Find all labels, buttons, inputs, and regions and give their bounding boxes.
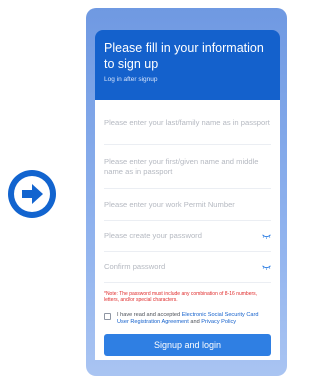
- last-name-placeholder: Please enter your last/family name as in…: [104, 118, 270, 127]
- first-name-input[interactable]: Please enter your first/given name and m…: [104, 145, 271, 189]
- next-arrow-inner: [14, 176, 50, 212]
- page-subtitle: Log in after signup: [104, 76, 158, 83]
- page-title: Please fill in your information to sign …: [104, 41, 264, 71]
- first-name-placeholder: Please enter your first/given name and m…: [104, 156, 259, 176]
- confirm-password-input[interactable]: Confirm password: [104, 252, 271, 283]
- next-arrow-icon[interactable]: [8, 170, 56, 218]
- signup-login-button[interactable]: Signup and login: [104, 333, 271, 356]
- agreement-prefix: I have read and accepted: [117, 311, 182, 318]
- agreement-middle: and: [188, 319, 202, 326]
- password-placeholder: Please create your password: [104, 231, 202, 240]
- agreement-row: I have read and accepted Electronic Soci…: [104, 312, 271, 327]
- last-name-input[interactable]: Please enter your last/family name as in…: [104, 100, 271, 145]
- password-note: *Note: The password must include any com…: [104, 291, 258, 304]
- confirm-password-placeholder: Confirm password: [104, 262, 166, 271]
- password-input[interactable]: Please create your password: [104, 221, 271, 252]
- agreement-text: I have read and accepted Electronic Soci…: [117, 312, 271, 327]
- signup-form: Please enter your last/family name as in…: [95, 100, 280, 360]
- eye-closed-icon[interactable]: [262, 233, 271, 239]
- signup-header: Please fill in your information to sign …: [95, 30, 280, 100]
- permit-number-placeholder: Please enter your work Permit Number: [104, 199, 235, 209]
- agreement-checkbox[interactable]: [104, 312, 111, 320]
- eye-closed-icon[interactable]: [262, 264, 271, 270]
- privacy-policy-link[interactable]: Privacy Policy: [201, 319, 236, 325]
- arrow-right-icon: [22, 184, 43, 204]
- signup-screen: Please fill in your information to sign …: [86, 8, 287, 376]
- permit-number-input[interactable]: Please enter your work Permit Number: [104, 189, 271, 221]
